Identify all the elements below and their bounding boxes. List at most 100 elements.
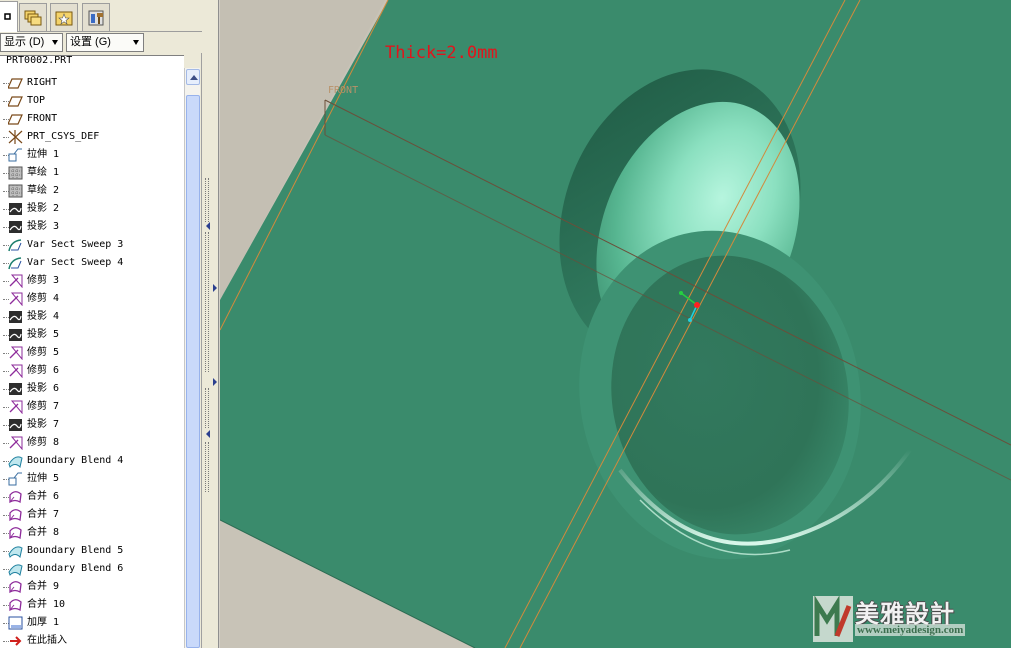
tree-item[interactable]: 投影 5	[0, 326, 184, 344]
meiya-logo-icon	[813, 596, 853, 642]
tree-item-label: 修剪 3	[27, 275, 60, 286]
tab-connections[interactable]	[82, 3, 110, 31]
sweep-icon	[8, 238, 23, 252]
projection-icon	[8, 310, 23, 324]
projection-icon	[8, 418, 23, 432]
tree-item-label: 修剪 4	[27, 293, 60, 304]
favorites-icon	[55, 11, 73, 25]
tree-item[interactable]: Var Sect Sweep 4	[0, 254, 184, 272]
merge-icon	[8, 580, 23, 594]
tree-item[interactable]: 修剪 4	[0, 290, 184, 308]
trim-icon	[8, 364, 23, 379]
tree-item-label: 合并 8	[27, 527, 60, 538]
tree-root[interactable]: PRT0002.PRT	[0, 56, 184, 74]
tree-item[interactable]: 修剪 8	[0, 434, 184, 452]
watermark-url: www.meiyadesign.com	[855, 624, 966, 636]
tree-item-label: TOP	[27, 95, 46, 106]
tree-item-label: 拉伸 1	[27, 149, 60, 160]
datum-plane-icon	[7, 76, 23, 90]
tree-item[interactable]: Var Sect Sweep 3	[0, 236, 184, 254]
trim-icon	[8, 292, 23, 307]
tree-item[interactable]: Boundary Blend 6	[0, 560, 184, 578]
projection-icon	[8, 220, 23, 234]
collapse-left-icon[interactable]	[206, 430, 210, 438]
tree-item-label: 投影 5	[27, 329, 60, 340]
merge-icon	[8, 508, 23, 522]
boundary-blend-icon	[8, 454, 23, 468]
boundary-blend-icon	[8, 544, 23, 558]
scroll-thumb[interactable]	[186, 95, 200, 648]
tree-item[interactable]: TOP	[0, 92, 184, 110]
merge-icon	[8, 526, 23, 540]
tree-item[interactable]: 修剪 6	[0, 362, 184, 380]
tree-item[interactable]: 投影 4	[0, 308, 184, 326]
tree-item[interactable]: 草绘 2	[0, 182, 184, 200]
tree-item[interactable]: 合并 7	[0, 506, 184, 524]
model-render	[220, 0, 1011, 648]
show-menu-button[interactable]: 显示 (D)	[0, 33, 63, 52]
tree-item[interactable]: 修剪 7	[0, 398, 184, 416]
projection-icon	[8, 328, 23, 342]
datum-front-tag[interactable]: FRONT	[328, 85, 358, 96]
tree-item[interactable]: 合并 8	[0, 524, 184, 542]
tree-item-label: 投影 7	[27, 419, 60, 430]
tab-favorites[interactable]	[50, 3, 78, 31]
settings-menu-button[interactable]: 设置 (G)	[66, 33, 144, 52]
tree-item[interactable]: 加厚 1	[0, 614, 184, 632]
tree-item-label: 修剪 8	[27, 437, 60, 448]
tree-item[interactable]: 投影 3	[0, 218, 184, 236]
tree-item[interactable]: 合并 6	[0, 488, 184, 506]
tree-item[interactable]: 投影 2	[0, 200, 184, 218]
tree-item-label: 加厚 1	[27, 617, 60, 628]
trim-icon	[8, 400, 23, 415]
navigator-menu-bar: 显示 (D) 设置 (G)	[0, 32, 202, 53]
tree-item[interactable]: 修剪 5	[0, 344, 184, 362]
tree-item-label: Boundary Blend 4	[27, 455, 124, 466]
tab-model-tree[interactable]	[0, 1, 18, 32]
sketch-icon	[8, 184, 23, 198]
show-menu-label: 显示 (D)	[4, 36, 45, 48]
sketch-icon	[8, 166, 23, 180]
expand-right-icon[interactable]	[213, 378, 217, 386]
tree-item[interactable]: Boundary Blend 5	[0, 542, 184, 560]
tree-item-label: 投影 2	[27, 203, 60, 214]
panel-sash[interactable]	[202, 0, 219, 648]
navigator-panel: 显示 (D) 设置 (G) PRT0002.PRT RIGHT TOP FRONT P…	[0, 0, 202, 648]
scroll-up-button[interactable]	[186, 69, 200, 85]
chevron-down-icon	[52, 40, 58, 45]
tree-item[interactable]: PRT_CSYS_DEF	[0, 128, 184, 146]
tree-item-label: 合并 9	[27, 581, 60, 592]
watermark: 美雅設計 www.meiyadesign.com	[813, 596, 1005, 642]
tab-folder-browser[interactable]	[19, 3, 47, 31]
tree-item[interactable]: 合并 10	[0, 596, 184, 614]
tree-item[interactable]: Boundary Blend 4	[0, 452, 184, 470]
expand-right-icon[interactable]	[213, 284, 217, 292]
tree-item[interactable]: 草绘 1	[0, 164, 184, 182]
tree-item[interactable]: 投影 6	[0, 380, 184, 398]
tree-item[interactable]: 合并 9	[0, 578, 184, 596]
tree-item-label: Boundary Blend 5	[27, 545, 124, 556]
merge-icon	[8, 598, 23, 612]
tree-item[interactable]: 在此插入	[0, 632, 184, 648]
tree-item[interactable]: 修剪 3	[0, 272, 184, 290]
model-tree-list: PRT0002.PRT RIGHT TOP FRONT PRT_CSYS_DEF 拉伸 …	[0, 56, 184, 648]
tree-item[interactable]: RIGHT	[0, 74, 184, 92]
tree-item-label: PRT_CSYS_DEF	[27, 131, 100, 142]
model-tree-scrollbar[interactable]	[184, 68, 200, 648]
trim-icon	[8, 346, 23, 361]
tree-item[interactable]: 拉伸 1	[0, 146, 184, 164]
collapse-left-icon[interactable]	[206, 222, 210, 230]
tree-item-label: 投影 3	[27, 221, 60, 232]
tree-item[interactable]: 拉伸 5	[0, 470, 184, 488]
tree-item[interactable]: FRONT	[0, 110, 184, 128]
insert-here-icon	[8, 634, 23, 648]
tree-item[interactable]: 投影 7	[0, 416, 184, 434]
boundary-blend-icon	[8, 562, 23, 576]
folder-browser-icon	[24, 10, 42, 25]
tree-item-label: 草绘 2	[27, 185, 60, 196]
datum-plane-icon	[7, 94, 23, 108]
tree-item-label: 投影 6	[27, 383, 60, 394]
graphics-viewport[interactable]: Thick=2.0mm FRONT 美雅設計 www.meiyadesign.c…	[220, 0, 1011, 648]
trim-icon	[8, 274, 23, 289]
tree-item-label: 合并 7	[27, 509, 60, 520]
